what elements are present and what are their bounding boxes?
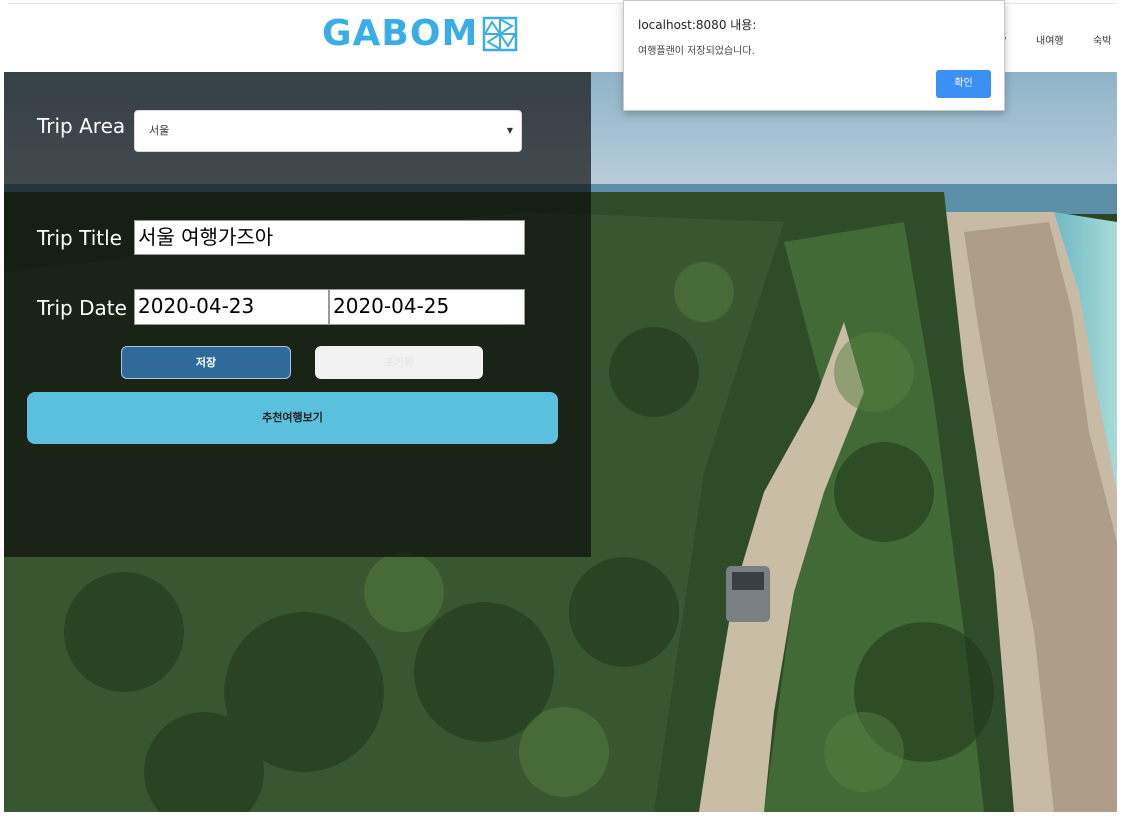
save-button[interactable]: 저장	[121, 346, 291, 379]
dialog-message: 여행플랜이 저장되었습니다.	[638, 46, 755, 57]
pinwheel-icon	[483, 16, 518, 52]
trip-date-label: Trip Date	[37, 296, 127, 320]
trip-title-label: Trip Title	[37, 226, 122, 250]
trip-form-panel: Trip Area 서울 ▼ Trip Title 서울 여행가즈아 Trip …	[4, 72, 591, 557]
trip-end-date-input[interactable]: 2020-04-25	[329, 289, 525, 325]
trip-area-label: Trip Area	[37, 114, 126, 138]
dialog-ok-button[interactable]: 확인	[936, 70, 991, 98]
dialog-title: localhost:8080 내용:	[638, 18, 757, 32]
nav-item-lodging[interactable]: 숙박	[1093, 32, 1111, 47]
trip-title-input[interactable]: 서울 여행가즈아	[134, 220, 525, 255]
site-logo[interactable]: GABOM	[322, 14, 518, 54]
chevron-down-icon: ▼	[506, 126, 513, 135]
trip-area-value: 서울	[149, 124, 170, 137]
view-recommended-trips-button[interactable]: 추천여행보기	[27, 392, 558, 444]
trip-area-select[interactable]: 서울 ▼	[134, 110, 522, 152]
logo-text: GABOM	[322, 13, 479, 54]
reset-button[interactable]: 초기화	[315, 346, 483, 379]
alert-dialog: localhost:8080 내용: 여행플랜이 저장되었습니다. 확인	[623, 0, 1005, 111]
nav-item-my-trips[interactable]: 내여행	[1036, 32, 1064, 47]
trip-start-date-input[interactable]: 2020-04-23	[134, 289, 329, 325]
